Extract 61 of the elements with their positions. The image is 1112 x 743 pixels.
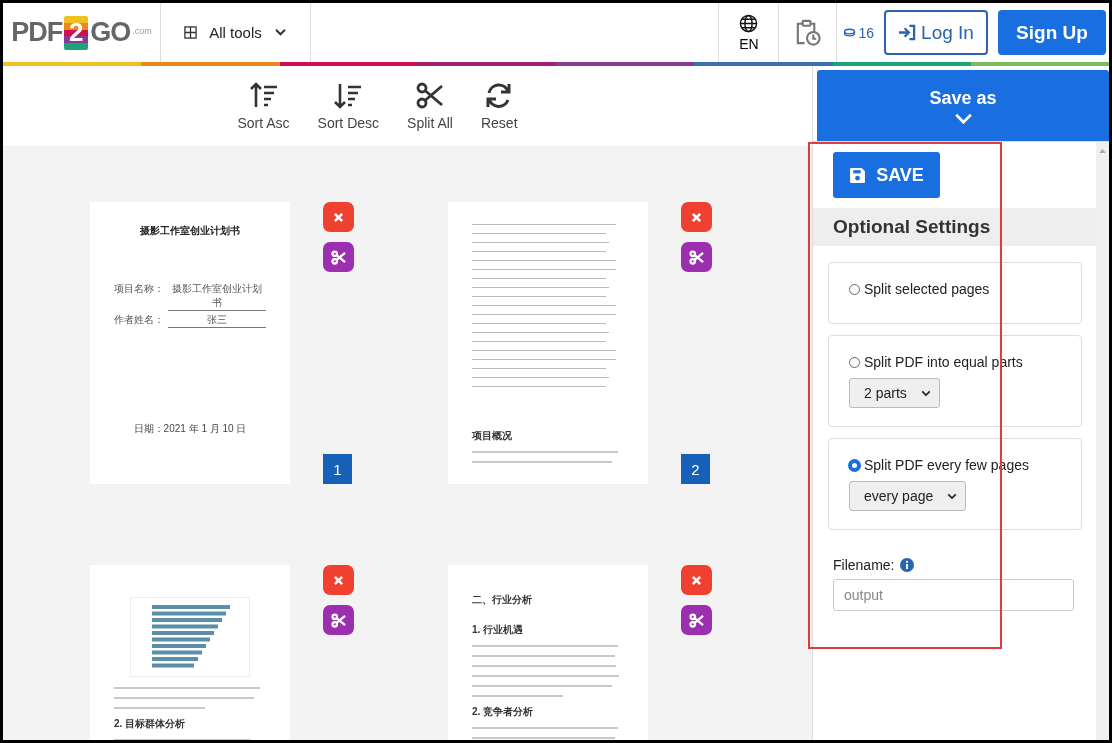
scissors-icon — [415, 81, 445, 111]
globe-icon — [739, 13, 759, 33]
save-as-button[interactable]: Save as — [817, 70, 1109, 141]
sign-in-icon — [898, 24, 918, 41]
page-thumbnail[interactable]: 二、行业分析 1. 行业机遇 2. 竞争者分析 — [448, 565, 648, 740]
scissors-icon — [331, 249, 346, 265]
section-header: Optional Settings — [813, 208, 1096, 246]
login-button[interactable]: Log In — [884, 10, 988, 55]
close-icon — [333, 211, 344, 223]
toolbar-button[interactable]: Split All — [399, 81, 461, 131]
page-thumbnail[interactable]: 2. 目标群体分析 — [90, 565, 290, 740]
field-label: 项目名称： — [114, 282, 164, 296]
scrollbar[interactable] — [1096, 142, 1109, 740]
field-label: Filename: — [833, 557, 895, 573]
radio-button[interactable] — [849, 459, 860, 471]
page-number: 1 — [323, 454, 352, 484]
delete-button[interactable] — [681, 565, 712, 595]
page-thumbnail[interactable]: 摄影工作室创业计划书 项目名称： 摄影工作室创业计划书 作者姓名： 张三 日期：2021 年 1 月 10 日 — [90, 202, 290, 484]
page-number: 2 — [681, 454, 710, 484]
filename-field[interactable]: output — [833, 579, 1074, 611]
toolbar-button[interactable]: Sort Asc — [229, 81, 298, 131]
radio-option[interactable]: Split selected pages — [849, 281, 1061, 297]
chevron-down-icon — [947, 492, 958, 500]
chevron-down-icon — [953, 112, 973, 124]
signup-button[interactable]: Sign Up — [998, 10, 1106, 55]
info-icon — [900, 558, 915, 572]
delete-button[interactable] — [323, 202, 354, 232]
scissors-icon — [689, 249, 704, 265]
section-heading: 2. 目标群体分析 — [114, 717, 187, 731]
document-date: 日期：2021 年 1 月 10 日 — [132, 422, 248, 436]
close-icon — [691, 211, 702, 223]
close-icon — [691, 574, 702, 586]
chevron-down-icon — [920, 389, 931, 397]
scissors-icon — [331, 612, 346, 628]
scissors-icon — [689, 612, 704, 628]
chevron-down-icon — [273, 28, 287, 37]
close-icon — [333, 574, 344, 586]
section-heading: 二、行业分析 — [472, 593, 533, 607]
section-heading: 项目概况 — [472, 429, 513, 443]
field-value: 张三 — [168, 313, 266, 328]
save-button[interactable]: SAVE — [833, 152, 940, 198]
split-button[interactable] — [323, 242, 354, 272]
sort-descending-icon — [333, 81, 364, 111]
dropdown[interactable]: every page — [849, 481, 967, 511]
page-thumbnail[interactable]: 项目概况 — [448, 202, 648, 484]
split-button[interactable] — [681, 242, 712, 272]
field-label: 作者姓名： — [114, 313, 164, 327]
field-value: 摄影工作室创业计划书 — [168, 282, 266, 311]
scroll-up-icon — [1099, 148, 1106, 153]
section-heading: 1. 行业机遇 — [472, 623, 525, 637]
document-title: 摄影工作室创业计划书 — [139, 224, 241, 238]
section-heading: 2. 竞争者分析 — [472, 705, 535, 719]
coins-icon — [843, 28, 857, 37]
split-button[interactable] — [323, 605, 354, 635]
split-button[interactable] — [681, 605, 712, 635]
grid-icon — [184, 26, 198, 39]
toolbar-button[interactable]: Reset — [472, 81, 526, 131]
delete-button[interactable] — [323, 565, 354, 595]
dropdown[interactable]: 2 parts — [849, 378, 940, 408]
toolbar-button[interactable]: Sort Desc — [309, 81, 388, 131]
delete-button[interactable] — [681, 202, 712, 232]
